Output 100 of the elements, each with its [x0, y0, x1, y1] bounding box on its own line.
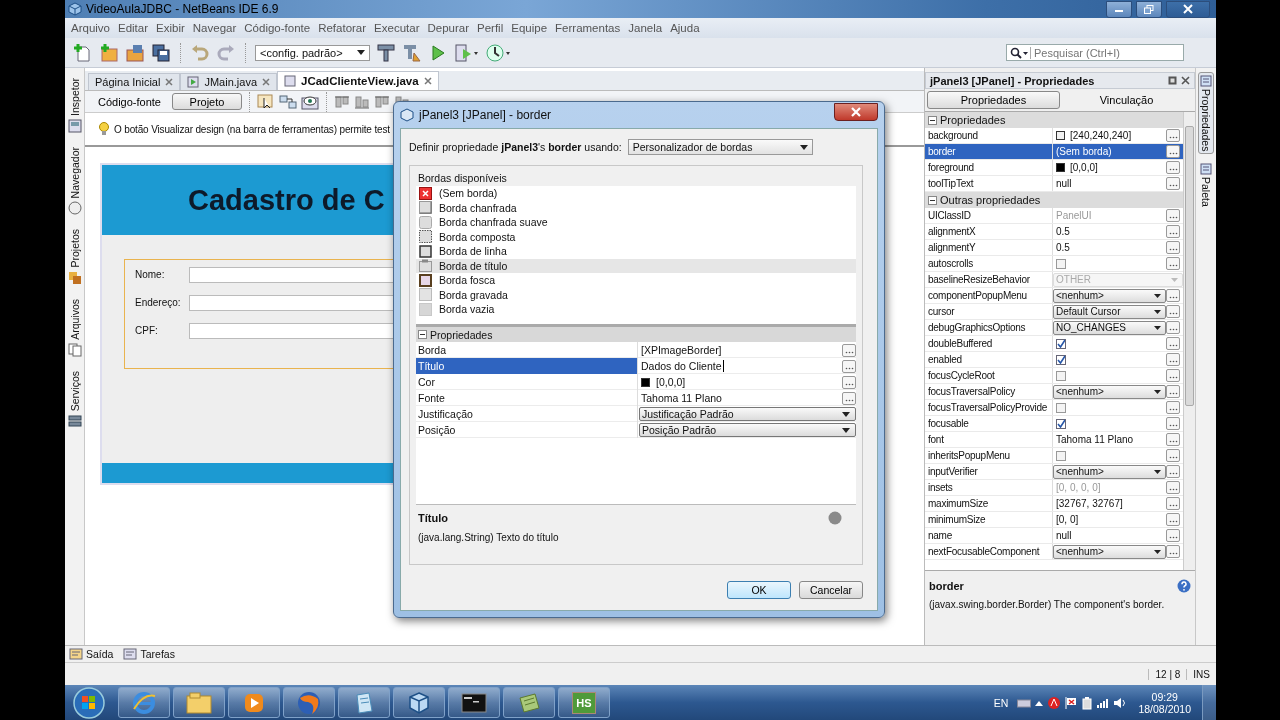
config-dropdown[interactable]: <config. padrão> — [255, 44, 370, 61]
text-field[interactable] — [189, 266, 393, 283]
menu-item[interactable]: Código-fonte — [240, 22, 315, 34]
more-button[interactable] — [1166, 321, 1180, 334]
more-button[interactable] — [1166, 177, 1180, 190]
close-icon[interactable] — [165, 78, 174, 86]
property-row[interactable]: focusTraversalPolicyProvide — [925, 400, 1183, 416]
editor-dropdown[interactable]: Personalizador de bordas — [627, 139, 813, 155]
close-button[interactable] — [1166, 0, 1210, 18]
panel-tab[interactable]: Vinculação — [1060, 91, 1193, 109]
text-field[interactable] — [189, 322, 393, 339]
more-button[interactable] — [1166, 257, 1180, 270]
side-tab[interactable]: Arquivos — [67, 298, 82, 357]
more-button[interactable] — [1166, 385, 1180, 398]
profile-icon[interactable] — [486, 42, 512, 63]
side-tab[interactable]: Serviços — [67, 370, 82, 428]
ok-button[interactable]: OK — [727, 581, 791, 599]
more-button[interactable] — [842, 375, 856, 389]
more-button[interactable] — [842, 391, 856, 405]
more-button[interactable] — [1166, 433, 1180, 446]
cancel-button[interactable]: Cancelar — [799, 581, 863, 599]
menu-item[interactable]: Janela — [624, 22, 667, 34]
more-button[interactable] — [1166, 241, 1180, 254]
more-button[interactable] — [1166, 369, 1180, 382]
more-button[interactable] — [1166, 481, 1180, 494]
clean-build-icon[interactable] — [402, 42, 422, 63]
more-button[interactable] — [1166, 129, 1180, 142]
collapse-icon[interactable] — [928, 195, 937, 205]
output-tab[interactable]: Saída — [69, 648, 114, 660]
dropdown[interactable]: Posição Padrão — [639, 423, 856, 437]
property-name[interactable]: Justificação — [416, 406, 638, 422]
list-item[interactable]: Borda de linha — [416, 244, 856, 259]
debug-icon[interactable] — [454, 42, 480, 63]
text-field[interactable] — [189, 294, 393, 311]
menu-item[interactable]: Arquivo — [67, 22, 114, 34]
volume-icon[interactable] — [1113, 696, 1128, 709]
more-button[interactable] — [1166, 145, 1180, 158]
hammer-icon[interactable] — [376, 42, 396, 63]
more-button[interactable] — [1166, 529, 1180, 542]
show-desktop-button[interactable] — [1202, 685, 1216, 720]
checkbox[interactable] — [1056, 338, 1066, 349]
collapse-icon[interactable] — [928, 115, 937, 125]
list-item[interactable]: Borda chanfrada suave — [416, 215, 856, 230]
property-row[interactable]: componentPopupMenu <nenhum> — [925, 288, 1183, 304]
more-button[interactable] — [1166, 209, 1180, 222]
menu-item[interactable]: Editar — [114, 22, 153, 34]
list-item[interactable]: (Sem borda) — [416, 186, 856, 201]
save-all-icon[interactable] — [151, 42, 171, 63]
align-icon[interactable] — [354, 93, 370, 110]
menu-item[interactable]: Navegar — [188, 22, 241, 34]
list-item[interactable]: Borda de título — [416, 258, 856, 273]
dropdown[interactable]: Default Cursor — [1053, 304, 1166, 319]
output-tab[interactable]: Tarefas — [123, 648, 175, 660]
editor-tab[interactable]: Página Inicial — [88, 73, 181, 90]
dropdown[interactable]: <nenhum> — [1053, 464, 1166, 479]
flag-icon[interactable] — [1064, 695, 1079, 710]
property-row[interactable]: autoscrolls — [925, 256, 1183, 272]
folder-icon[interactable] — [125, 42, 145, 63]
property-row[interactable]: enabled — [925, 352, 1183, 368]
new-project-icon[interactable] — [99, 42, 119, 63]
scrollbar[interactable] — [1183, 112, 1195, 570]
redo-icon[interactable] — [216, 42, 236, 63]
more-button[interactable] — [1166, 401, 1180, 414]
taskbar-button[interactable] — [118, 687, 170, 718]
property-name[interactable]: Título — [416, 358, 638, 374]
more-button[interactable] — [1166, 353, 1180, 366]
more-button[interactable] — [1166, 161, 1180, 174]
property-row[interactable]: UIClassID PanelUI — [925, 208, 1183, 224]
taskbar-button[interactable] — [338, 687, 390, 718]
property-row[interactable]: cursor Default Cursor — [925, 304, 1183, 320]
group-header[interactable]: Propriedades — [416, 327, 856, 342]
more-button[interactable] — [1166, 497, 1180, 510]
property-name[interactable]: Cor — [416, 374, 638, 390]
property-row[interactable]: font Tahoma 11 Plano — [925, 432, 1183, 448]
menu-item[interactable]: Ajuda — [666, 22, 704, 34]
close-icon[interactable] — [1181, 76, 1190, 85]
side-tab[interactable]: Navegador — [67, 146, 82, 216]
more-button[interactable] — [1166, 225, 1180, 238]
more-button[interactable] — [1166, 289, 1180, 302]
dropdown[interactable]: NO_CHANGES — [1053, 320, 1166, 335]
property-row[interactable]: focusCycleRoot — [925, 368, 1183, 384]
menu-item[interactable]: Refatorar — [314, 22, 371, 34]
property-name[interactable]: Posição — [416, 422, 638, 438]
clock-date[interactable]: 18/08/2010 — [1138, 702, 1191, 715]
list-item[interactable]: Borda chanfrada — [416, 200, 856, 215]
more-button[interactable] — [1166, 417, 1180, 430]
close-icon[interactable] — [262, 78, 270, 86]
side-tab[interactable]: Inspetor — [67, 78, 82, 133]
more-button[interactable] — [1166, 305, 1180, 318]
editor-tab[interactable]: JMain.java — [180, 73, 277, 90]
panel-tab[interactable]: Propriedades — [927, 91, 1060, 109]
restore-button[interactable] — [1136, 0, 1162, 18]
property-row[interactable]: doubleBuffered — [925, 336, 1183, 352]
collapse-icon[interactable] — [418, 330, 427, 339]
property-row[interactable]: focusable — [925, 416, 1183, 432]
checkbox[interactable] — [1056, 258, 1066, 269]
clock-time[interactable]: 09:29 — [1151, 690, 1178, 703]
align-icon[interactable] — [374, 93, 390, 110]
preview-icon[interactable] — [301, 93, 319, 110]
dropdown[interactable]: Justificação Padrão — [639, 407, 856, 421]
